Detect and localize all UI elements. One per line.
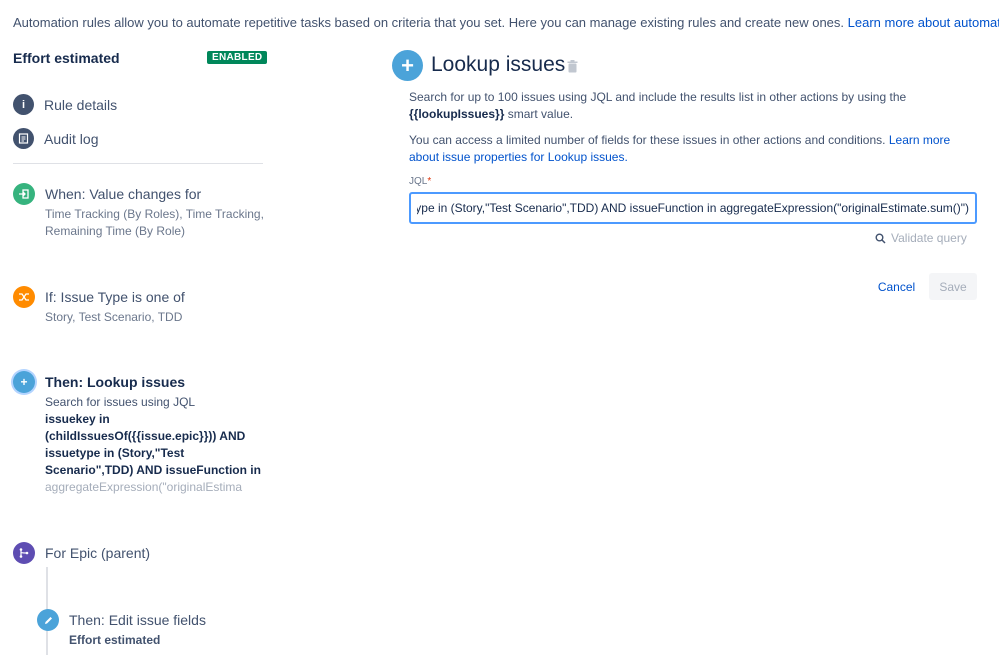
branch-icon bbox=[13, 542, 35, 564]
plus-icon: + bbox=[392, 50, 423, 81]
status-badge: ENABLED bbox=[207, 51, 268, 64]
step-action-jql-preview: issuekey in (childIssuesOf({{issue.epic}… bbox=[45, 412, 261, 477]
step-edit-title: Then: Edit issue fields bbox=[69, 612, 206, 628]
pencil-icon bbox=[37, 609, 59, 631]
step-trigger-desc: Time Tracking (By Roles), Time Tracking,… bbox=[45, 207, 264, 238]
nav-rule-details-label: Rule details bbox=[44, 96, 118, 113]
save-button[interactable]: Save bbox=[929, 273, 977, 300]
shuffle-icon bbox=[13, 286, 35, 308]
cancel-button[interactable]: Cancel bbox=[869, 273, 924, 300]
divider bbox=[13, 163, 263, 164]
nav-audit-log-label: Audit log bbox=[44, 130, 99, 147]
step-condition-desc: Story, Test Scenario, TDD bbox=[45, 310, 183, 324]
step-trigger-title: When: Value changes for bbox=[45, 186, 202, 202]
nav-audit-log[interactable]: Audit log bbox=[13, 128, 98, 149]
list-icon bbox=[13, 128, 34, 149]
step-action-jql-fade: aggregateExpression("originalEstima bbox=[45, 480, 243, 494]
smart-value-code: {{lookupIssues}} bbox=[409, 107, 505, 121]
trigger-icon bbox=[13, 183, 35, 205]
plus-icon: + bbox=[13, 371, 35, 393]
rule-name: Effort estimated bbox=[13, 50, 120, 66]
step-condition-title: If: Issue Type is one of bbox=[45, 289, 185, 305]
panel-title: Lookup issues bbox=[431, 53, 566, 76]
step-branch-title: For Epic (parent) bbox=[45, 545, 151, 561]
validate-query-button[interactable]: Validate query bbox=[875, 231, 967, 245]
intro-text: Automation rules allow you to automate r… bbox=[13, 15, 999, 30]
panel-description: Search for up to 100 issues using JQL an… bbox=[409, 90, 907, 121]
step-edit-desc: Effort estimated bbox=[69, 633, 161, 647]
nav-rule-details[interactable]: i Rule details bbox=[13, 94, 117, 115]
step-action-title: Then: Lookup issues bbox=[45, 374, 186, 390]
learn-more-automation-link[interactable]: Learn more about automation bbox=[848, 15, 999, 30]
trash-icon[interactable] bbox=[567, 60, 578, 73]
search-icon bbox=[875, 233, 886, 244]
info-icon: i bbox=[13, 94, 34, 115]
panel-description-2: You can access a limited number of field… bbox=[409, 133, 951, 164]
jql-label: JQL* bbox=[409, 176, 432, 187]
step-action-desc: Search for issues using JQL issuekey in … bbox=[45, 394, 265, 496]
jql-input[interactable] bbox=[409, 192, 977, 224]
